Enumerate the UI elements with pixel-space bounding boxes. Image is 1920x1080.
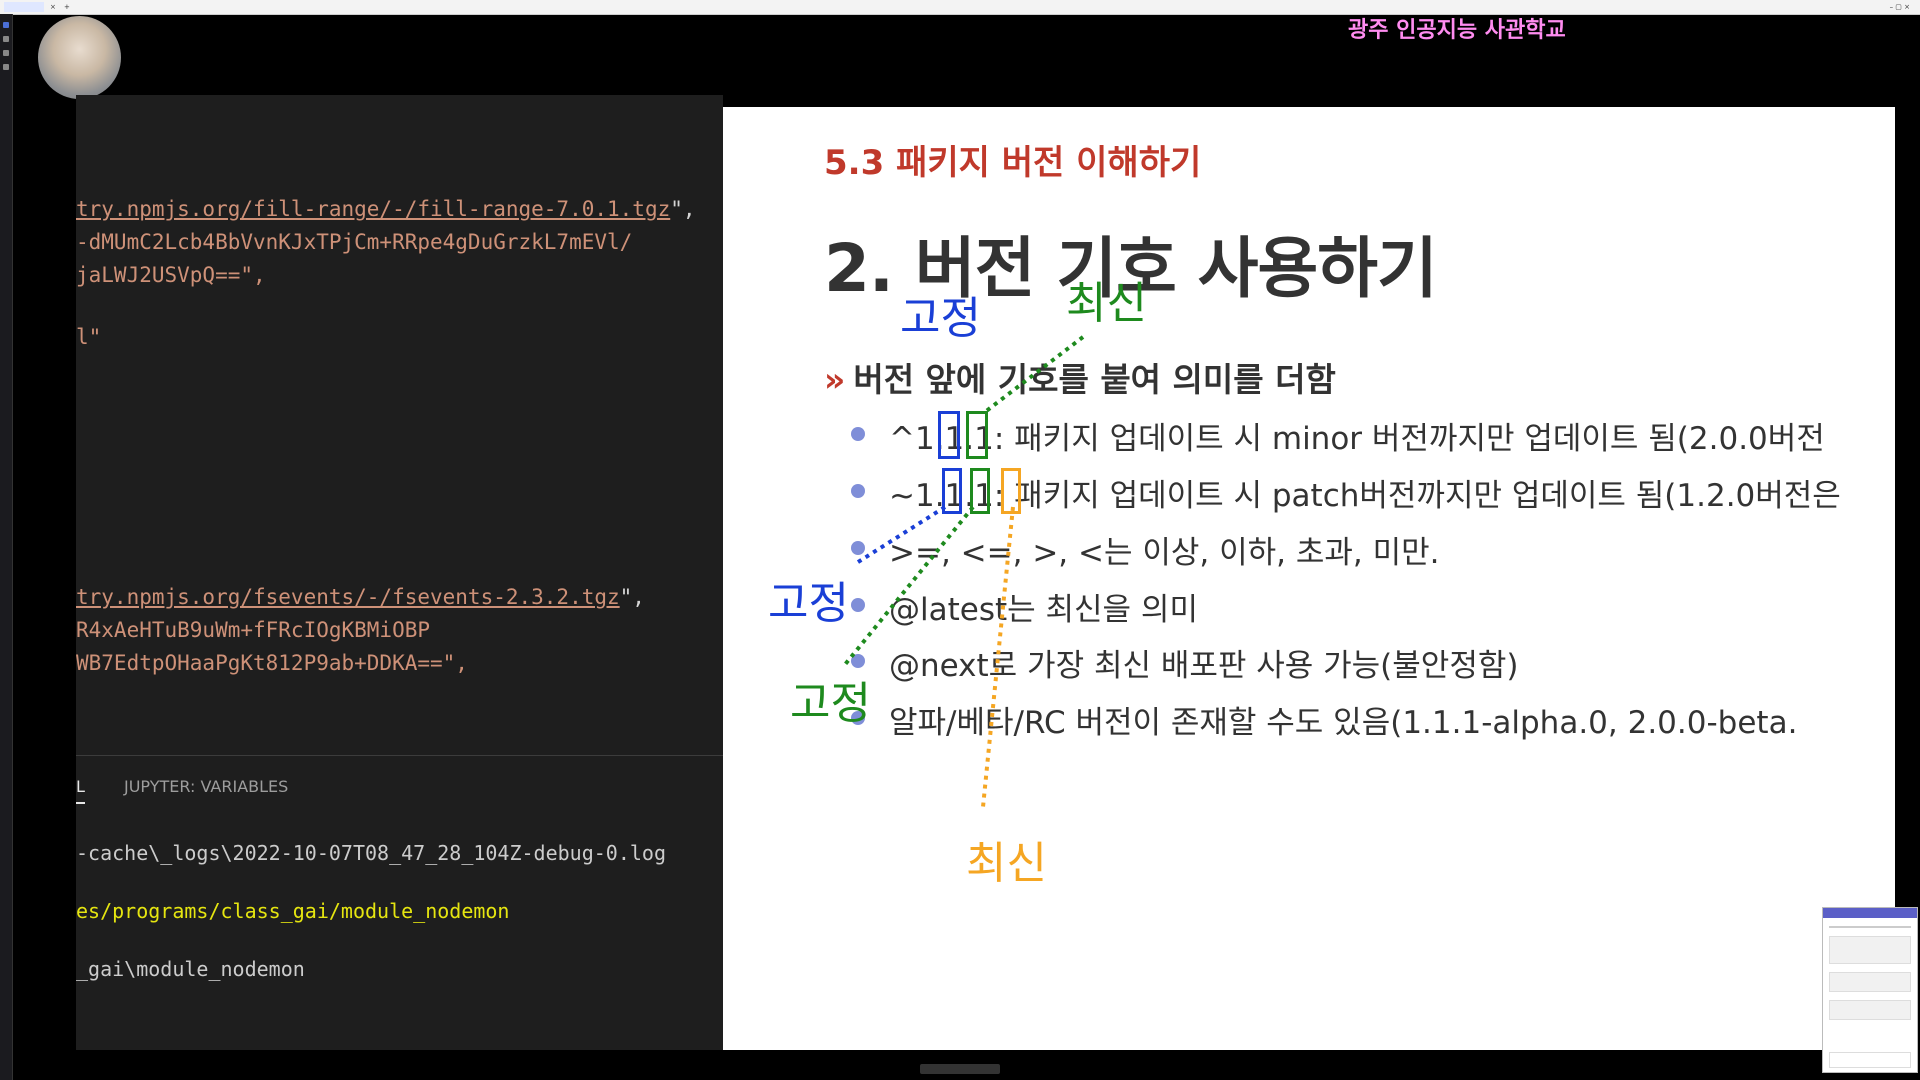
- annotation-line-green: [983, 335, 1085, 414]
- code-editor[interactable]: try.npmjs.org/fill-range/-/fill-range-7.…: [76, 95, 723, 755]
- sidebar-tool-icon[interactable]: [3, 50, 9, 56]
- annotation-line-green-2: [841, 505, 975, 669]
- code-line: try.npmjs.org/fsevents/-/fsevents-2.3.2.…: [76, 585, 645, 609]
- mini-message: [1829, 936, 1911, 964]
- sidebar-tool-icon[interactable]: [3, 36, 9, 42]
- terminal-panel[interactable]: L JUPYTER: VARIABLES -cache\_logs\2022-1…: [76, 756, 723, 1050]
- code-line: R4xAeHTuB9uWm+fFRcIOgKBMiOBP: [76, 618, 431, 642]
- new-tab-icon[interactable]: +: [64, 2, 72, 12]
- mini-message: [1829, 1000, 1911, 1020]
- playback-controls[interactable]: [920, 1064, 1000, 1074]
- code-line: WB7EdtpOHaaPgKt812P9ab+DDKA==",: [76, 651, 468, 675]
- bottom-control-bar[interactable]: [920, 1062, 1000, 1076]
- mini-chat-window[interactable]: [1822, 907, 1918, 1073]
- terminal-line: -cache\_logs\2022-10-07T08_47_28_104Z-de…: [76, 841, 667, 865]
- sidebar-tool-icon[interactable]: [3, 64, 9, 70]
- browser-tab[interactable]: [4, 2, 44, 12]
- webcam-avatar: [38, 16, 121, 99]
- school-name: 광주 인공지능 사관학교: [1348, 18, 1566, 43]
- mini-window-header: [1823, 908, 1917, 918]
- annotation-line-orange: [981, 506, 1015, 808]
- tab-terminal[interactable]: L: [76, 777, 85, 804]
- top-window-bar: × + – ▢ ×: [0, 0, 1920, 15]
- code-line: l": [76, 325, 102, 349]
- terminal-line: _gai\module_nodemon: [76, 957, 305, 981]
- left-sidebar-rail: [0, 14, 13, 1080]
- mini-input[interactable]: [1829, 1052, 1911, 1068]
- code-line: -dMUmC2Lcb4BbVvnKJxTPjCm+RRpe4gDuGrzkL7m…: [76, 230, 633, 254]
- tab-jupyter-variables[interactable]: JUPYTER: VARIABLES: [124, 777, 288, 796]
- presentation-slide: 5.3 패키지 버전 이해하기 2. 버전 기호 사용하기 » 버전 앞에 기호를…: [723, 107, 1895, 1050]
- window-controls[interactable]: – ▢ ×: [1870, 2, 1910, 12]
- sidebar-app-icon[interactable]: [3, 22, 9, 28]
- code-line: jaLWJ2USVpQ==",: [76, 263, 266, 287]
- mini-message: [1829, 972, 1911, 992]
- code-url[interactable]: try.npmjs.org/fill-range/-/fill-range-7.…: [76, 197, 670, 221]
- tab-close-icon[interactable]: ×: [50, 2, 56, 12]
- code-punct: ",: [619, 585, 645, 609]
- code-line: try.npmjs.org/fill-range/-/fill-range-7.…: [76, 197, 696, 221]
- code-punct: ",: [670, 197, 696, 221]
- code-url[interactable]: try.npmjs.org/fsevents/-/fsevents-2.3.2.…: [76, 585, 620, 609]
- annotation-lines: [841, 335, 1085, 808]
- mini-line: [1829, 926, 1911, 928]
- terminal-line: es/programs/class_gai/module_nodemon: [76, 899, 510, 923]
